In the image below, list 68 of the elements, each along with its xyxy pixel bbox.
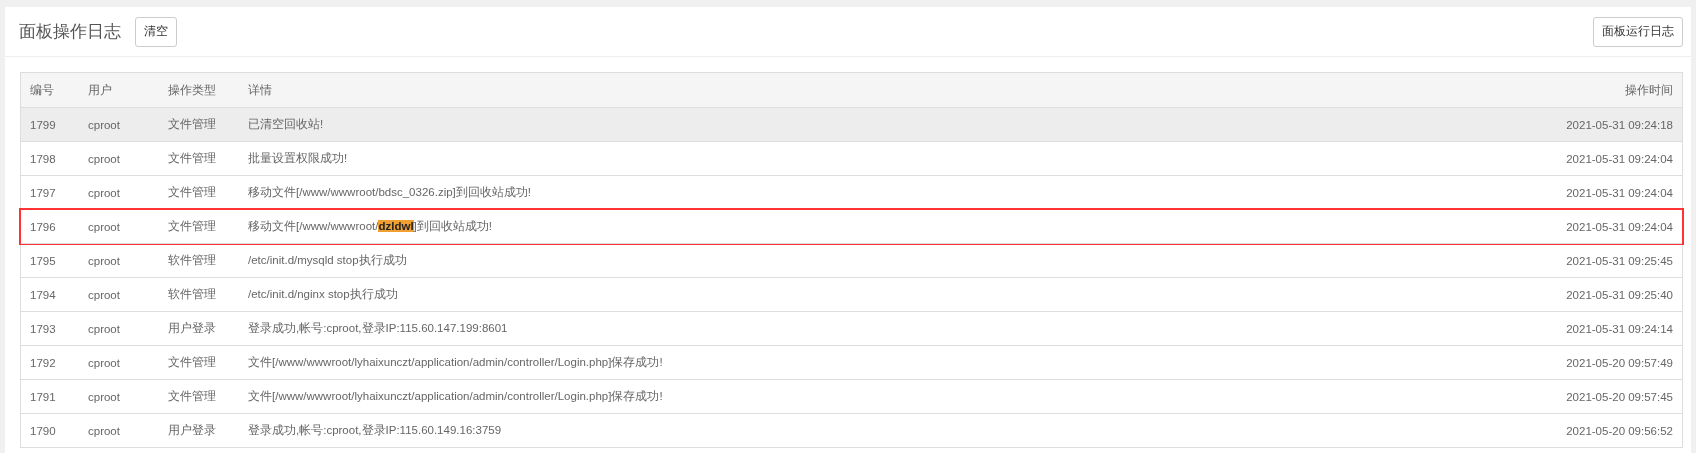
user-cell-text: cproot <box>88 322 121 335</box>
detail-cell-text: 移动文件[/www/wwwroot/bdsc_0326.zip]到回收站成功! <box>248 185 532 200</box>
detail-cell-text: /etc/init.d/nginx stop执行成功 <box>248 287 399 302</box>
table-row[interactable]: 1792 cproot 文件管理 文件[/www/wwwroot/lyhaixunczt/application/admin/controller/Login.php]保存成功! 2021-05-20 09:57:49 <box>21 345 1682 379</box>
run-log-button[interactable]: 面板运行日志 <box>1593 16 1683 47</box>
panel-title: 面板操作日志 <box>19 21 121 43</box>
user-cell-text: cproot <box>88 152 121 165</box>
detail-cell-text: 批量设置权限成功! <box>248 151 349 166</box>
detail-cell-text: 登录成功,帐号:cproot,登录IP:115.60.149.16:3759 <box>248 423 503 438</box>
detail-cell-text: 文件[/www/wwwroot/lyhaixunczt/application/admin/controller/Login.php]保存成功! <box>248 389 664 404</box>
table-row[interactable]: 1793 cproot 用户登录 登录成功,帐号:cproot,登录IP:115.60.147.199:8601 2021-05-31 09:24:14 <box>21 311 1682 345</box>
user-cell-text: cproot <box>88 288 121 301</box>
time-cell: 2021-05-31 09:24:04 <box>1566 220 1673 233</box>
table-row[interactable]: 1799 cproot 文件管理 已清空回收站! 2021-05-31 09:24:18 <box>21 107 1682 141</box>
id-cell-text: 1790 <box>30 424 57 437</box>
table-row[interactable]: 1798 cproot 文件管理 批量设置权限成功! 2021-05-31 09:24:04 <box>21 141 1682 175</box>
user-cell-text: cproot <box>88 186 121 199</box>
type-cell-text: 文件管理 <box>168 151 217 166</box>
user-cell-text: cproot <box>88 254 121 267</box>
table-row[interactable]: 1795 cproot 软件管理 /etc/init.d/mysqld stop执行成功 2021-05-31 09:25:45 <box>21 243 1682 277</box>
detail-cell-text: 移动文件[/www/wwwroot/dzldwl]到回收站成功! <box>248 219 493 234</box>
user-cell-text: cproot <box>88 390 121 403</box>
id-cell-text: 1797 <box>30 186 57 199</box>
time-cell: 2021-05-31 09:24:14 <box>1566 322 1673 335</box>
type-cell-text: 软件管理 <box>168 253 217 268</box>
column-header: 操作时间 <box>1625 81 1673 99</box>
time-cell: 2021-05-31 09:25:40 <box>1566 288 1673 301</box>
user-cell-text: cproot <box>88 118 121 131</box>
type-cell-text: 文件管理 <box>168 185 217 200</box>
id-cell-text: 1796 <box>30 220 57 233</box>
time-cell: 2021-05-20 09:56:52 <box>1566 424 1673 437</box>
detail-cell-text: /etc/init.d/mysqld stop执行成功 <box>248 253 408 268</box>
detail-cell-text: 文件[/www/wwwroot/lyhaixunczt/application/admin/controller/Login.php]保存成功! <box>248 355 664 370</box>
column-header: 操作类型 <box>168 81 217 99</box>
user-cell-text: cproot <box>88 356 121 369</box>
time-cell: 2021-05-31 09:24:04 <box>1566 152 1673 165</box>
table-row[interactable]: 1790 cproot 用户登录 登录成功,帐号:cproot,登录IP:115.60.149.16:3759 2021-05-20 09:56:52 <box>21 413 1682 447</box>
type-cell-text: 用户登录 <box>168 321 217 336</box>
table-row[interactable]: 1794 cproot 软件管理 /etc/init.d/nginx stop执行成功 2021-05-31 09:25:40 <box>21 277 1682 311</box>
detail-cell-text: 已清空回收站! <box>248 117 325 132</box>
time-cell: 2021-05-31 09:25:45 <box>1566 254 1673 267</box>
detail-cell-text: 登录成功,帐号:cproot,登录IP:115.60.147.199:8601 <box>248 321 509 336</box>
clear-button[interactable]: 清空 <box>135 16 177 47</box>
user-cell-text: cproot <box>88 424 121 437</box>
id-cell-text: 1799 <box>30 118 57 131</box>
time-cell: 2021-05-31 09:24:18 <box>1566 118 1673 131</box>
time-cell: 2021-05-20 09:57:49 <box>1566 356 1673 369</box>
type-cell-text: 文件管理 <box>168 219 217 234</box>
id-cell-text: 1795 <box>30 254 57 267</box>
time-cell: 2021-05-31 09:24:04 <box>1566 186 1673 199</box>
time-cell: 2021-05-20 09:57:45 <box>1566 390 1673 403</box>
type-cell-text: 文件管理 <box>168 389 217 404</box>
id-cell-text: 1791 <box>30 390 57 403</box>
table-row[interactable]: 1791 cproot 文件管理 文件[/www/wwwroot/lyhaixunczt/application/admin/controller/Login.php]保存成功! 2021-05-20 09:57:45 <box>21 379 1682 413</box>
type-cell-text: 文件管理 <box>168 117 217 132</box>
column-header: 编号 <box>30 81 55 99</box>
user-cell-text: cproot <box>88 220 121 233</box>
column-header: 用户 <box>88 81 113 99</box>
id-cell-text: 1798 <box>30 152 57 165</box>
table-row[interactable]: 1796 cproot 文件管理 移动文件[/www/wwwroot/dzldwl]到回收站成功! 2021-05-31 09:24:04 <box>21 209 1682 243</box>
type-cell-text: 文件管理 <box>168 355 217 370</box>
column-header: 详情 <box>248 81 273 99</box>
table-row[interactable]: 1797 cproot 文件管理 移动文件[/www/wwwroot/bdsc_0326.zip]到回收站成功! 2021-05-31 09:24:04 <box>21 175 1682 209</box>
id-cell-text: 1793 <box>30 322 57 335</box>
id-cell-text: 1792 <box>30 356 57 369</box>
id-cell-text: 1794 <box>30 288 57 301</box>
type-cell-text: 用户登录 <box>168 423 217 438</box>
type-cell-text: 软件管理 <box>168 287 217 302</box>
